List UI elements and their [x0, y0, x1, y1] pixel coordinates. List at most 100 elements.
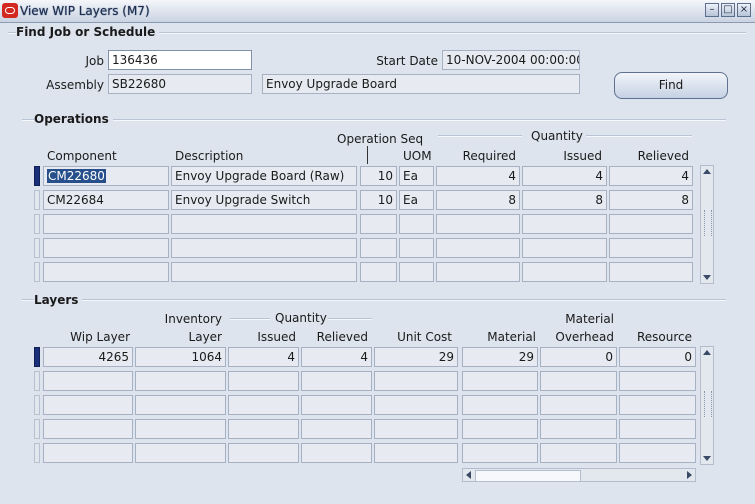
ops-cell-uom[interactable]: [399, 262, 434, 282]
scroll-down-icon[interactable]: [703, 275, 711, 280]
layers-cell-relieved[interactable]: [301, 371, 372, 391]
layers-cell-wip-layer[interactable]: [43, 395, 133, 415]
layers-cell-mat-overhead[interactable]: 0: [540, 347, 617, 367]
ops-cell-description[interactable]: Envoy Upgrade Board (Raw): [171, 166, 357, 186]
ops-cell-issued[interactable]: [522, 238, 607, 258]
layers-cell-wip-layer[interactable]: [43, 419, 133, 439]
row-indicator[interactable]: [34, 371, 40, 391]
ops-cell-op-seq[interactable]: [360, 238, 397, 258]
layers-cell-unit-cost[interactable]: [374, 371, 458, 391]
layers-cell-unit-cost[interactable]: 29: [374, 347, 458, 367]
row-indicator[interactable]: [34, 443, 40, 463]
ops-cell-component[interactable]: CM22680: [43, 166, 169, 186]
ops-cell-required[interactable]: [436, 238, 520, 258]
ops-cell-component[interactable]: [43, 262, 169, 282]
scroll-right-icon[interactable]: [687, 471, 692, 479]
layers-cell-resource[interactable]: [619, 419, 696, 439]
layers-cell-resource[interactable]: 0: [619, 347, 696, 367]
layers-cell-inv-layer[interactable]: [135, 395, 226, 415]
ops-cell-uom[interactable]: [399, 214, 434, 234]
scroll-left-icon[interactable]: [466, 471, 471, 479]
layers-cell-mat-overhead[interactable]: [540, 443, 617, 463]
ops-cell-op-seq[interactable]: [360, 262, 397, 282]
layers-cell-wip-layer[interactable]: [43, 443, 133, 463]
ops-cell-issued[interactable]: 4: [522, 166, 607, 186]
ops-cell-required[interactable]: 8: [436, 190, 520, 210]
ops-cell-relieved[interactable]: [609, 238, 693, 258]
layers-cell-resource[interactable]: [619, 371, 696, 391]
ops-cell-component[interactable]: [43, 238, 169, 258]
row-indicator[interactable]: [34, 238, 40, 258]
layers-cell-material[interactable]: 29: [462, 347, 538, 367]
layers-cell-unit-cost[interactable]: [374, 419, 458, 439]
ops-cell-required[interactable]: [436, 214, 520, 234]
layers-cell-relieved[interactable]: [301, 419, 372, 439]
ops-cell-op-seq[interactable]: [360, 214, 397, 234]
ops-cell-description[interactable]: [171, 262, 357, 282]
layers-cell-wip-layer[interactable]: 4265: [43, 347, 133, 367]
row-indicator[interactable]: [34, 419, 40, 439]
layers-cell-inv-layer[interactable]: 1064: [135, 347, 226, 367]
layers-cell-issued[interactable]: 4: [228, 347, 299, 367]
ops-cell-uom[interactable]: Ea: [399, 190, 434, 210]
ops-cell-issued[interactable]: [522, 214, 607, 234]
layers-cell-relieved[interactable]: 4: [301, 347, 372, 367]
layers-cell-mat-overhead[interactable]: [540, 395, 617, 415]
scroll-up-icon[interactable]: [703, 350, 711, 355]
ops-cell-required[interactable]: [436, 262, 520, 282]
row-indicator[interactable]: [34, 262, 40, 282]
layers-cell-inv-layer[interactable]: [135, 371, 226, 391]
layers-cell-issued[interactable]: [228, 419, 299, 439]
layers-cell-material[interactable]: [462, 395, 538, 415]
layers-cell-unit-cost[interactable]: [374, 443, 458, 463]
layers-cell-inv-layer[interactable]: [135, 419, 226, 439]
scroll-thumb[interactable]: [475, 470, 581, 482]
find-button[interactable]: Find: [614, 72, 728, 99]
job-input[interactable]: 136436: [108, 50, 252, 70]
layers-horizontal-scrollbar[interactable]: [462, 468, 696, 482]
maximize-icon[interactable]: □: [721, 3, 735, 17]
layers-cell-resource[interactable]: [619, 443, 696, 463]
ops-cell-op-seq[interactable]: 10: [360, 166, 397, 186]
layers-cell-material[interactable]: [462, 443, 538, 463]
scroll-down-icon[interactable]: [703, 456, 711, 461]
ops-cell-relieved[interactable]: [609, 262, 693, 282]
ops-cell-relieved[interactable]: 4: [609, 166, 693, 186]
ops-cell-relieved[interactable]: [609, 214, 693, 234]
close-icon[interactable]: ×: [737, 3, 751, 17]
row-indicator[interactable]: [34, 166, 40, 186]
ops-cell-required[interactable]: 4: [436, 166, 520, 186]
layers-cell-wip-layer[interactable]: [43, 371, 133, 391]
ops-cell-description[interactable]: [171, 238, 357, 258]
row-indicator[interactable]: [34, 190, 40, 210]
ops-cell-op-seq[interactable]: 10: [360, 190, 397, 210]
ops-cell-component[interactable]: [43, 214, 169, 234]
scroll-thumb[interactable]: [704, 210, 712, 236]
layers-cell-mat-overhead[interactable]: [540, 371, 617, 391]
layers-cell-relieved[interactable]: [301, 395, 372, 415]
layers-cell-material[interactable]: [462, 371, 538, 391]
layers-cell-relieved[interactable]: [301, 443, 372, 463]
row-indicator[interactable]: [34, 395, 40, 415]
layers-cell-issued[interactable]: [228, 371, 299, 391]
ops-cell-component[interactable]: CM22684: [43, 190, 169, 210]
layers-cell-mat-overhead[interactable]: [540, 419, 617, 439]
layers-cell-issued[interactable]: [228, 443, 299, 463]
layers-cell-resource[interactable]: [619, 395, 696, 415]
minimize-icon[interactable]: –: [705, 3, 719, 17]
layers-cell-unit-cost[interactable]: [374, 395, 458, 415]
ops-cell-issued[interactable]: [522, 262, 607, 282]
layers-cell-inv-layer[interactable]: [135, 443, 226, 463]
ops-cell-relieved[interactable]: 8: [609, 190, 693, 210]
ops-cell-description[interactable]: [171, 214, 357, 234]
layers-cell-issued[interactable]: [228, 395, 299, 415]
operations-vertical-scrollbar[interactable]: [700, 165, 714, 284]
layers-vertical-scrollbar[interactable]: [700, 346, 714, 465]
scroll-thumb[interactable]: [704, 391, 712, 417]
scroll-up-icon[interactable]: [703, 169, 711, 174]
ops-cell-uom[interactable]: [399, 238, 434, 258]
ops-cell-uom[interactable]: Ea: [399, 166, 434, 186]
row-indicator[interactable]: [34, 347, 40, 367]
ops-cell-issued[interactable]: 8: [522, 190, 607, 210]
ops-cell-description[interactable]: Envoy Upgrade Switch: [171, 190, 357, 210]
